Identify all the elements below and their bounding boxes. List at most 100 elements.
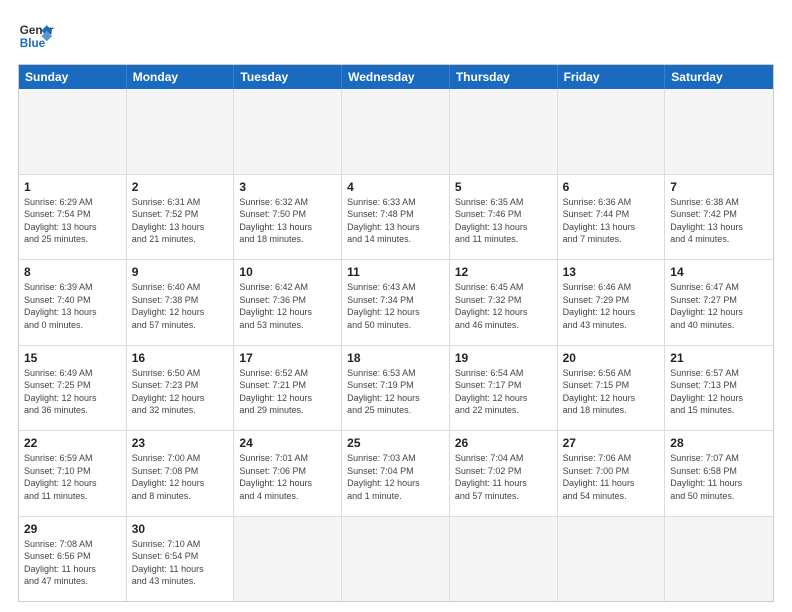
day-number: 25	[347, 435, 444, 451]
day-info: Sunrise: 6:36 AM Sunset: 7:44 PM Dayligh…	[563, 196, 660, 246]
empty-cell	[450, 89, 558, 174]
day-cell-21: 21Sunrise: 6:57 AM Sunset: 7:13 PM Dayli…	[665, 346, 773, 431]
day-cell-12: 12Sunrise: 6:45 AM Sunset: 7:32 PM Dayli…	[450, 260, 558, 345]
day-cell-14: 14Sunrise: 6:47 AM Sunset: 7:27 PM Dayli…	[665, 260, 773, 345]
day-info: Sunrise: 6:39 AM Sunset: 7:40 PM Dayligh…	[24, 281, 121, 331]
day-info: Sunrise: 7:08 AM Sunset: 6:56 PM Dayligh…	[24, 538, 121, 588]
empty-cell	[234, 89, 342, 174]
day-cell-15: 15Sunrise: 6:49 AM Sunset: 7:25 PM Dayli…	[19, 346, 127, 431]
day-cell-17: 17Sunrise: 6:52 AM Sunset: 7:21 PM Dayli…	[234, 346, 342, 431]
day-number: 1	[24, 179, 121, 195]
day-info: Sunrise: 7:07 AM Sunset: 6:58 PM Dayligh…	[670, 452, 768, 502]
empty-cell	[665, 89, 773, 174]
day-number: 20	[563, 350, 660, 366]
day-info: Sunrise: 6:45 AM Sunset: 7:32 PM Dayligh…	[455, 281, 552, 331]
day-cell-28: 28Sunrise: 7:07 AM Sunset: 6:58 PM Dayli…	[665, 431, 773, 516]
day-cell-20: 20Sunrise: 6:56 AM Sunset: 7:15 PM Dayli…	[558, 346, 666, 431]
day-cell-24: 24Sunrise: 7:01 AM Sunset: 7:06 PM Dayli…	[234, 431, 342, 516]
day-cell-2: 2Sunrise: 6:31 AM Sunset: 7:52 PM Daylig…	[127, 175, 235, 260]
day-info: Sunrise: 6:33 AM Sunset: 7:48 PM Dayligh…	[347, 196, 444, 246]
calendar-row-4: 22Sunrise: 6:59 AM Sunset: 7:10 PM Dayli…	[19, 431, 773, 517]
day-info: Sunrise: 6:56 AM Sunset: 7:15 PM Dayligh…	[563, 367, 660, 417]
day-info: Sunrise: 6:46 AM Sunset: 7:29 PM Dayligh…	[563, 281, 660, 331]
day-number: 21	[670, 350, 768, 366]
header-day-tuesday: Tuesday	[234, 65, 342, 89]
day-info: Sunrise: 6:42 AM Sunset: 7:36 PM Dayligh…	[239, 281, 336, 331]
day-number: 6	[563, 179, 660, 195]
day-info: Sunrise: 6:31 AM Sunset: 7:52 PM Dayligh…	[132, 196, 229, 246]
day-info: Sunrise: 6:38 AM Sunset: 7:42 PM Dayligh…	[670, 196, 768, 246]
header-day-wednesday: Wednesday	[342, 65, 450, 89]
day-cell-1: 1Sunrise: 6:29 AM Sunset: 7:54 PM Daylig…	[19, 175, 127, 260]
day-info: Sunrise: 7:03 AM Sunset: 7:04 PM Dayligh…	[347, 452, 444, 502]
day-number: 9	[132, 264, 229, 280]
day-cell-3: 3Sunrise: 6:32 AM Sunset: 7:50 PM Daylig…	[234, 175, 342, 260]
empty-cell	[665, 517, 773, 602]
logo: General Blue	[18, 18, 54, 54]
calendar: SundayMondayTuesdayWednesdayThursdayFrid…	[18, 64, 774, 602]
day-cell-9: 9Sunrise: 6:40 AM Sunset: 7:38 PM Daylig…	[127, 260, 235, 345]
day-cell-27: 27Sunrise: 7:06 AM Sunset: 7:00 PM Dayli…	[558, 431, 666, 516]
day-cell-26: 26Sunrise: 7:04 AM Sunset: 7:02 PM Dayli…	[450, 431, 558, 516]
day-info: Sunrise: 6:29 AM Sunset: 7:54 PM Dayligh…	[24, 196, 121, 246]
day-cell-16: 16Sunrise: 6:50 AM Sunset: 7:23 PM Dayli…	[127, 346, 235, 431]
day-number: 12	[455, 264, 552, 280]
logo-icon: General Blue	[18, 18, 54, 54]
header: General Blue	[18, 18, 774, 54]
day-number: 19	[455, 350, 552, 366]
day-cell-8: 8Sunrise: 6:39 AM Sunset: 7:40 PM Daylig…	[19, 260, 127, 345]
day-cell-5: 5Sunrise: 6:35 AM Sunset: 7:46 PM Daylig…	[450, 175, 558, 260]
empty-cell	[342, 89, 450, 174]
day-number: 11	[347, 264, 444, 280]
header-day-saturday: Saturday	[665, 65, 773, 89]
day-info: Sunrise: 6:35 AM Sunset: 7:46 PM Dayligh…	[455, 196, 552, 246]
day-cell-19: 19Sunrise: 6:54 AM Sunset: 7:17 PM Dayli…	[450, 346, 558, 431]
day-info: Sunrise: 6:52 AM Sunset: 7:21 PM Dayligh…	[239, 367, 336, 417]
day-number: 26	[455, 435, 552, 451]
page: General Blue SundayMondayTuesdayWednesda…	[0, 0, 792, 612]
day-cell-6: 6Sunrise: 6:36 AM Sunset: 7:44 PM Daylig…	[558, 175, 666, 260]
empty-cell	[558, 517, 666, 602]
day-cell-29: 29Sunrise: 7:08 AM Sunset: 6:56 PM Dayli…	[19, 517, 127, 602]
day-info: Sunrise: 6:43 AM Sunset: 7:34 PM Dayligh…	[347, 281, 444, 331]
day-info: Sunrise: 7:04 AM Sunset: 7:02 PM Dayligh…	[455, 452, 552, 502]
day-number: 8	[24, 264, 121, 280]
day-number: 22	[24, 435, 121, 451]
day-number: 4	[347, 179, 444, 195]
day-cell-4: 4Sunrise: 6:33 AM Sunset: 7:48 PM Daylig…	[342, 175, 450, 260]
empty-cell	[450, 517, 558, 602]
day-cell-23: 23Sunrise: 7:00 AM Sunset: 7:08 PM Dayli…	[127, 431, 235, 516]
day-cell-13: 13Sunrise: 6:46 AM Sunset: 7:29 PM Dayli…	[558, 260, 666, 345]
svg-text:Blue: Blue	[20, 37, 46, 50]
header-day-thursday: Thursday	[450, 65, 558, 89]
day-cell-22: 22Sunrise: 6:59 AM Sunset: 7:10 PM Dayli…	[19, 431, 127, 516]
empty-cell	[127, 89, 235, 174]
day-info: Sunrise: 6:47 AM Sunset: 7:27 PM Dayligh…	[670, 281, 768, 331]
day-info: Sunrise: 7:00 AM Sunset: 7:08 PM Dayligh…	[132, 452, 229, 502]
day-info: Sunrise: 6:57 AM Sunset: 7:13 PM Dayligh…	[670, 367, 768, 417]
day-number: 15	[24, 350, 121, 366]
empty-cell	[19, 89, 127, 174]
day-info: Sunrise: 6:50 AM Sunset: 7:23 PM Dayligh…	[132, 367, 229, 417]
day-number: 17	[239, 350, 336, 366]
empty-cell	[234, 517, 342, 602]
day-info: Sunrise: 7:01 AM Sunset: 7:06 PM Dayligh…	[239, 452, 336, 502]
day-cell-7: 7Sunrise: 6:38 AM Sunset: 7:42 PM Daylig…	[665, 175, 773, 260]
day-info: Sunrise: 6:32 AM Sunset: 7:50 PM Dayligh…	[239, 196, 336, 246]
day-number: 7	[670, 179, 768, 195]
calendar-header: SundayMondayTuesdayWednesdayThursdayFrid…	[19, 65, 773, 89]
day-number: 13	[563, 264, 660, 280]
day-number: 5	[455, 179, 552, 195]
day-info: Sunrise: 7:10 AM Sunset: 6:54 PM Dayligh…	[132, 538, 229, 588]
day-number: 23	[132, 435, 229, 451]
day-info: Sunrise: 6:59 AM Sunset: 7:10 PM Dayligh…	[24, 452, 121, 502]
day-number: 16	[132, 350, 229, 366]
day-number: 14	[670, 264, 768, 280]
empty-cell	[342, 517, 450, 602]
day-number: 10	[239, 264, 336, 280]
day-number: 18	[347, 350, 444, 366]
header-day-friday: Friday	[558, 65, 666, 89]
calendar-row-3: 15Sunrise: 6:49 AM Sunset: 7:25 PM Dayli…	[19, 346, 773, 432]
calendar-row-0	[19, 89, 773, 175]
day-number: 3	[239, 179, 336, 195]
